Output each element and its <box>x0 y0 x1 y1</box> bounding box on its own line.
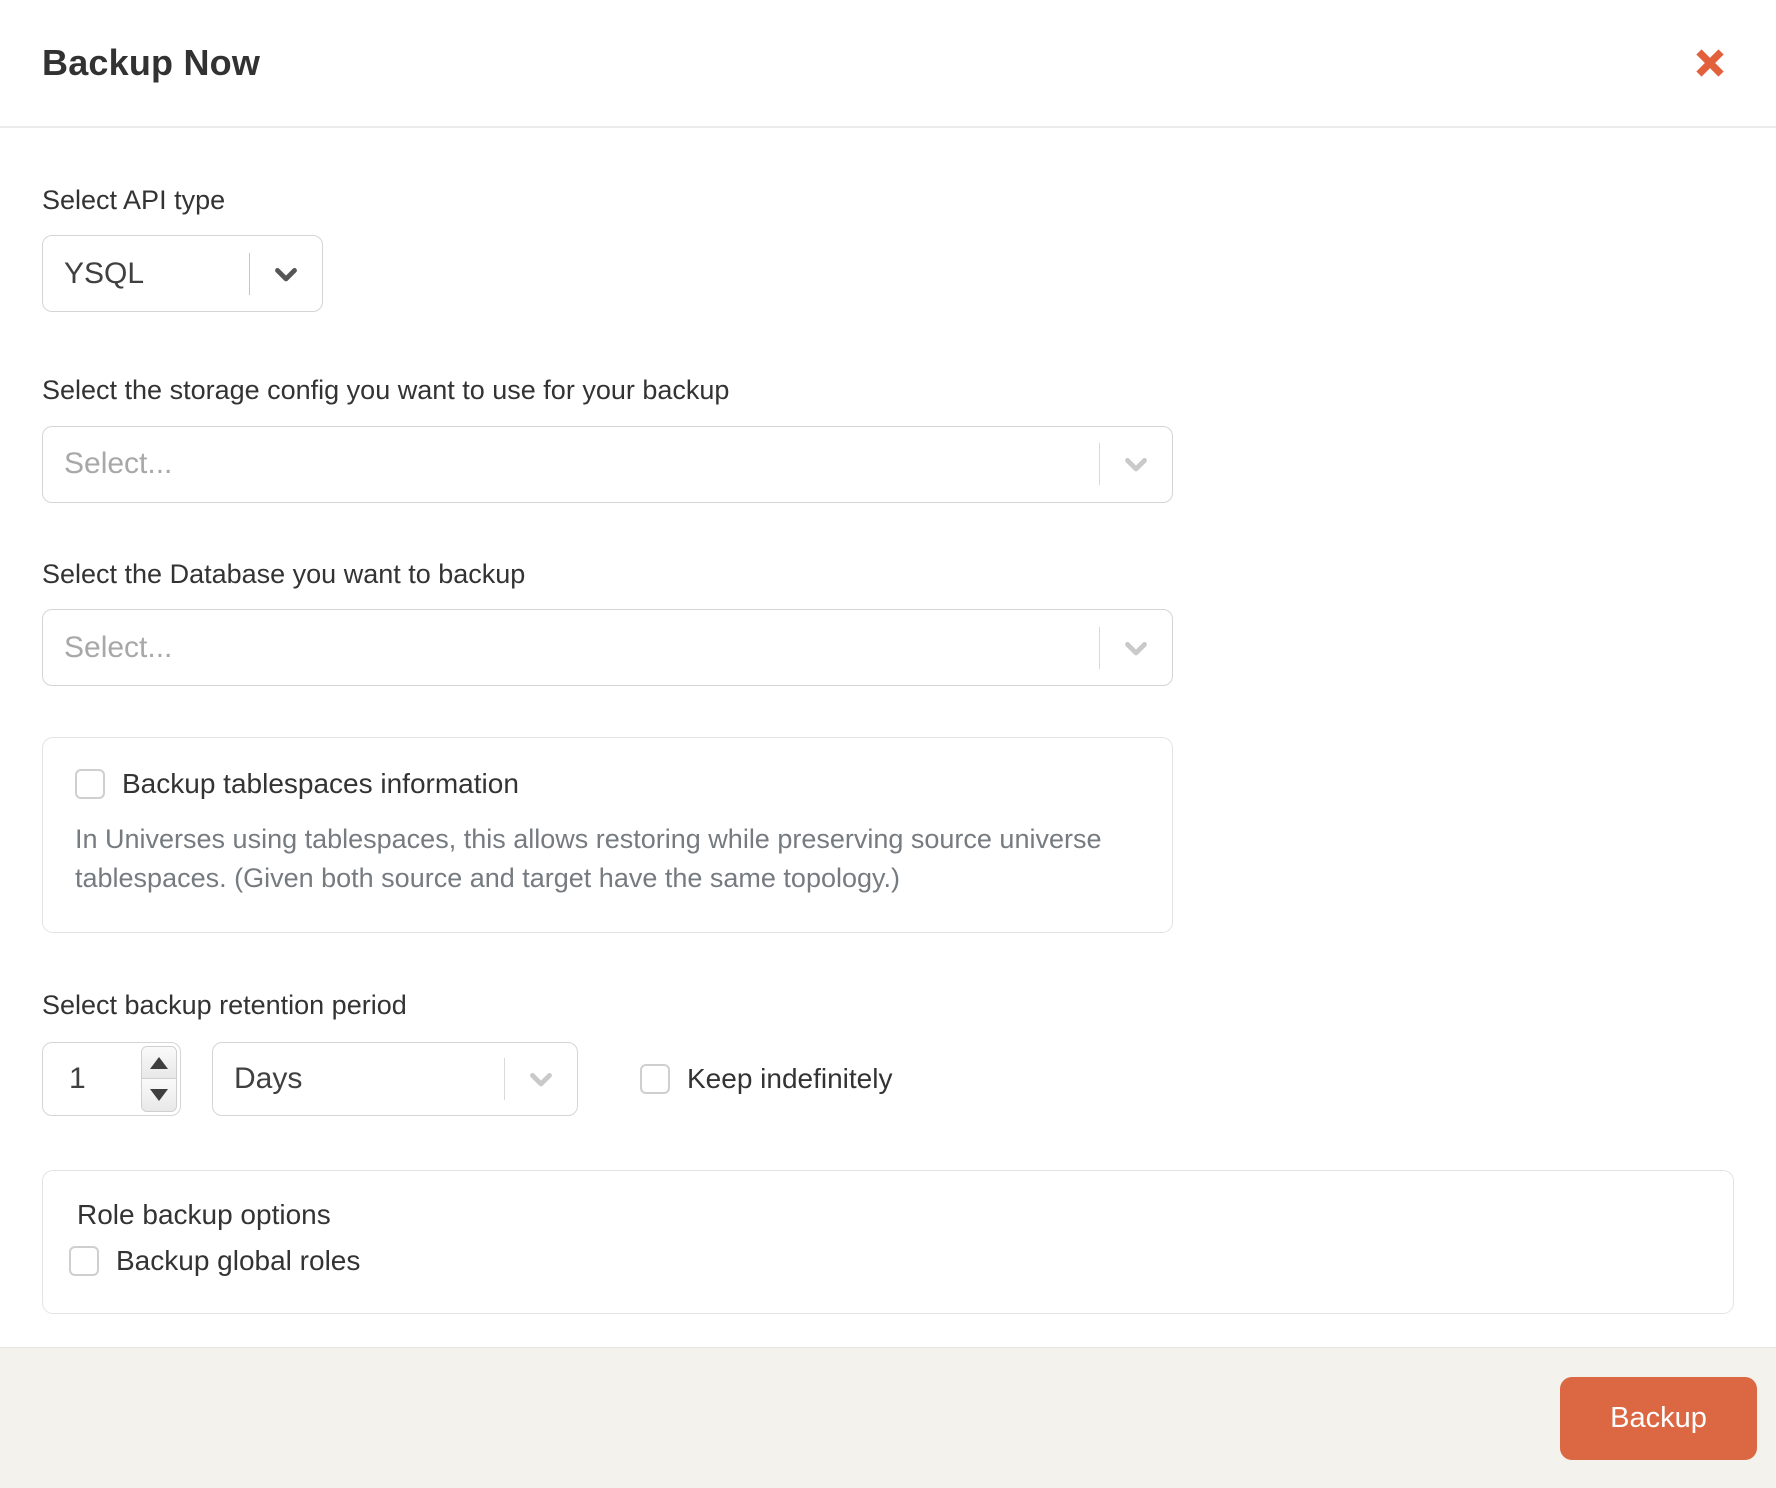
tablespaces-description: In Universes using tablespaces, this all… <box>75 824 1102 894</box>
chevron-down-icon <box>505 1062 577 1096</box>
modal-footer: Backup <box>0 1347 1776 1488</box>
modal-header: Backup Now <box>0 0 1776 128</box>
retention-value-input[interactable]: 1 <box>42 1041 181 1116</box>
tablespaces-checkbox-label: Backup tablespaces information <box>122 768 519 800</box>
retention-unit-select[interactable]: Days <box>212 1041 578 1116</box>
backup-button[interactable]: Backup <box>1560 1376 1757 1460</box>
quantity-stepper <box>141 1045 177 1112</box>
arrow-up-icon <box>150 1056 168 1069</box>
database-select[interactable]: Select... <box>42 609 1173 687</box>
database-label: Select the Database you want to backup <box>42 558 526 589</box>
api-type-value: YSQL <box>64 256 145 290</box>
arrow-down-icon <box>150 1089 168 1102</box>
retention-row: 1 Days Keep indefinitely <box>42 1041 1734 1116</box>
close-icon <box>1693 46 1727 80</box>
modal-title: Backup Now <box>42 42 261 83</box>
storage-config-label: Select the storage config you want to us… <box>42 375 730 406</box>
role-backup-options-box: Role backup options Backup global roles <box>42 1169 1734 1314</box>
chevron-down-icon <box>250 257 322 291</box>
api-type-select[interactable]: YSQL <box>42 235 323 313</box>
backup-global-roles-label: Backup global roles <box>116 1244 361 1276</box>
database-placeholder: Select... <box>64 630 173 664</box>
role-options-title: Role backup options <box>77 1198 331 1230</box>
stepper-down-button[interactable] <box>142 1079 176 1111</box>
tablespaces-checkbox[interactable] <box>75 769 105 800</box>
retention-unit-value: Days <box>234 1061 303 1095</box>
keep-indefinitely-label: Keep indefinitely <box>687 1062 893 1094</box>
retention-value: 1 <box>69 1061 86 1095</box>
retention-label: Select backup retention period <box>42 990 407 1021</box>
tablespaces-option-box: Backup tablespaces information In Univer… <box>42 737 1173 934</box>
storage-config-placeholder: Select... <box>64 447 173 481</box>
backup-global-roles-checkbox[interactable] <box>69 1245 99 1276</box>
chevron-down-icon <box>1100 631 1172 665</box>
stepper-up-button[interactable] <box>142 1046 176 1080</box>
storage-config-select[interactable]: Select... <box>42 425 1173 503</box>
keep-indefinitely-checkbox[interactable] <box>640 1063 670 1094</box>
close-button[interactable] <box>1688 41 1732 85</box>
api-type-label: Select API type <box>42 185 226 215</box>
chevron-down-icon <box>1100 447 1172 481</box>
modal-body: Select API type YSQL Select the storage … <box>0 184 1776 1314</box>
